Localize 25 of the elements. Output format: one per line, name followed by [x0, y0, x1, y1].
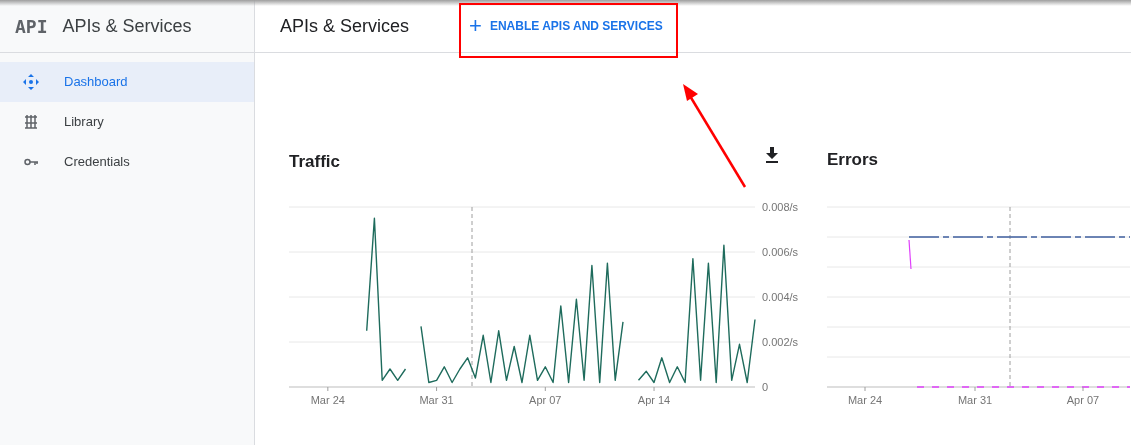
y-axis-label: 0.006/s: [762, 246, 799, 258]
y-axis-label: 0: [762, 381, 769, 393]
library-icon: [24, 115, 38, 129]
chart-title: Errors: [827, 150, 879, 169]
sidebar-item[interactable]: Dashboard: [0, 62, 254, 102]
x-axis-label: Mar 31: [957, 394, 993, 406]
page-title: APIs & Services: [280, 14, 410, 38]
x-axis-label: Mar 31: [419, 394, 454, 406]
x-axis-label: Apr 14: [637, 394, 671, 406]
y-axis-label: 0.008/s: [762, 201, 799, 213]
sidebar-title: APIs & Services: [62, 14, 192, 38]
chart-title: Traffic: [289, 151, 341, 173]
x-axis-label: Mar 24: [847, 394, 883, 406]
x-axis-label: Apr 07: [529, 394, 562, 406]
sidebar-item[interactable]: Library: [0, 102, 254, 142]
sidebar-item[interactable]: Credentials: [0, 142, 254, 182]
dashboard-icon: [23, 74, 39, 90]
api-logo: API: [15, 14, 48, 39]
y-axis-label: 0.002/s: [762, 336, 799, 348]
key-icon: [24, 158, 38, 166]
x-axis-label: Mar 24: [310, 394, 345, 406]
x-axis-label: Apr 07: [1066, 394, 1100, 406]
download-icon[interactable]: [765, 147, 779, 163]
y-axis-label: 0.004/s: [762, 291, 799, 303]
enable-apis-button[interactable]: + ENABLE APIS AND SERVICES: [463, 9, 669, 43]
